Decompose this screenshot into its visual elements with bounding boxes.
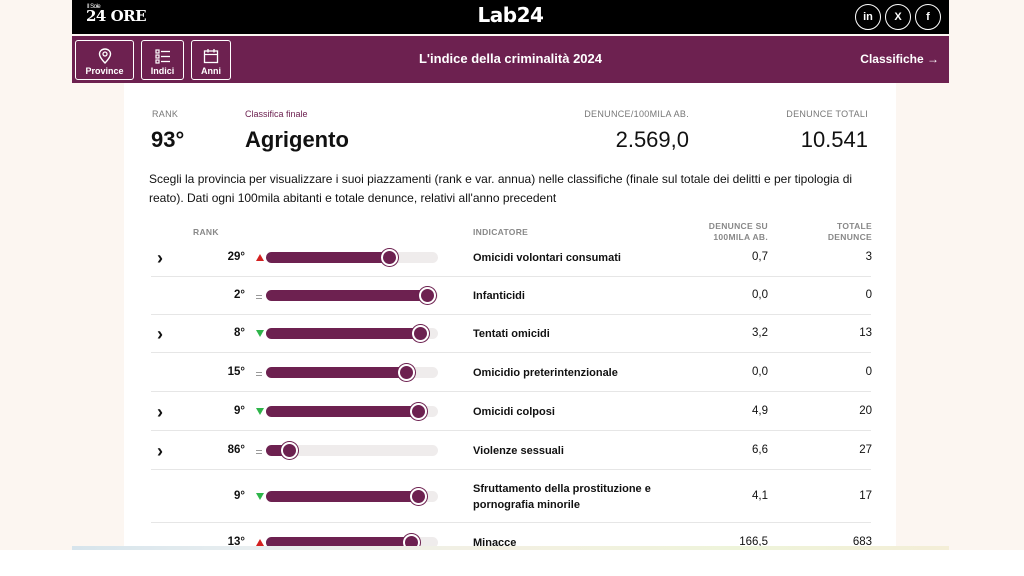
score-bar-fill: [266, 406, 419, 417]
row-rank: 9°: [234, 490, 245, 502]
row-denunce-100k: 0,0: [752, 289, 768, 301]
score-bar-fill: [266, 290, 428, 301]
row-indicator: Infanticidi: [473, 290, 525, 302]
score-bar: [266, 325, 438, 342]
content-card: RANK 93° Classifica finale Agrigento DEN…: [124, 83, 896, 576]
chevron-right-icon[interactable]: ›: [157, 402, 163, 423]
trend-equal-icon: [256, 450, 262, 454]
linkedin-icon[interactable]: in: [855, 4, 881, 30]
bottom-strip: [0, 550, 1024, 576]
row-denunce-100k: 0,0: [752, 366, 768, 378]
trend-down-icon: [256, 330, 264, 337]
indici-label: Indici: [150, 66, 175, 76]
th-indicator: INDICATORE: [473, 227, 529, 237]
score-bar: [266, 442, 438, 459]
row-indicator: Omicidi colposi: [473, 406, 555, 418]
row-denunce-100k: 0,7: [752, 251, 768, 263]
score-bar-fill: [266, 367, 407, 378]
page-title: L'indice della criminalità 2024: [418, 51, 602, 66]
score-bar: [266, 403, 438, 420]
top-bar: Il Sole 24 ORE Lab24 in X f: [72, 0, 949, 34]
description: Scegli la provincia per visualizzare i s…: [149, 172, 853, 205]
denunce-100k-label: DENUNCE/100MILA AB.: [584, 109, 689, 119]
th-denunce-100k-line1: DENUNCE SU: [708, 221, 768, 231]
row-totale: 3: [865, 251, 872, 263]
classifica-label: Classifica finale: [245, 109, 308, 119]
score-bar-knob: [381, 249, 398, 266]
row-indicator: Violenze sessuali: [473, 445, 564, 457]
trend-equal-icon: [256, 372, 262, 376]
row-denunce-100k: 3,2: [752, 327, 768, 339]
score-bar-knob: [281, 442, 298, 459]
denunce-totali-value: 10.541: [800, 127, 868, 152]
table-row: 15° Omicidio preterintenzionale 0,0 0: [151, 353, 872, 392]
score-bar-fill: [266, 328, 421, 339]
table-row: 2° Infanticidi 0,0 0: [151, 277, 872, 315]
row-totale: 0: [865, 366, 872, 378]
anni-label: Anni: [201, 66, 221, 76]
row-totale: 0: [865, 289, 872, 301]
lab24-logo[interactable]: Lab24: [72, 3, 949, 27]
row-totale: 17: [859, 490, 872, 502]
table-row[interactable]: › 8° Tentati omicidi 3,2 13: [151, 315, 872, 353]
th-totale-line1: TOTALE: [836, 221, 872, 231]
row-rank: 9°: [234, 405, 245, 417]
classifiche-link[interactable]: Classifiche →: [860, 52, 939, 66]
table-row[interactable]: › 9° Omicidi colposi 4,9 20: [151, 392, 872, 431]
denunce-totali-label: DENUNCE TOTALI: [786, 109, 868, 119]
score-bar: [266, 488, 438, 505]
trend-down-icon: [256, 408, 264, 415]
row-totale: 13: [859, 327, 872, 339]
chevron-right-icon[interactable]: ›: [157, 248, 163, 269]
province-label: Province: [85, 66, 124, 76]
row-denunce-100k: 4,1: [752, 490, 768, 502]
trend-equal-icon: [256, 295, 262, 299]
row-totale: 27: [859, 444, 872, 456]
row-denunce-100k: 6,6: [752, 444, 768, 456]
score-bar: [266, 287, 438, 304]
row-rank: 29°: [227, 251, 245, 263]
rank-label: RANK: [152, 109, 179, 119]
row-totale: 20: [859, 405, 872, 417]
trend-up-icon: [256, 539, 264, 546]
app-window: Il Sole 24 ORE Lab24 in X f Province Ind…: [72, 0, 949, 576]
score-bar-knob: [410, 488, 427, 505]
chevron-right-icon[interactable]: ›: [157, 441, 163, 462]
table-row[interactable]: › 86° Violenze sessuali 6,6 27: [151, 431, 872, 470]
score-bar: [266, 249, 438, 266]
nav-bar: Province Indici Anni L'indice della crim…: [72, 36, 949, 83]
social-links: in X f: [855, 4, 941, 30]
row-indicator: Tentati omicidi: [473, 328, 550, 340]
row-rank: 2°: [234, 289, 245, 301]
row-rank: 8°: [234, 327, 245, 339]
denunce-100k-value: 2.569,0: [615, 127, 689, 152]
row-denunce-100k: 4,9: [752, 405, 768, 417]
score-bar-knob: [398, 364, 415, 381]
chevron-right-icon[interactable]: ›: [157, 324, 163, 345]
table-row: 9° Sfruttamento della prostituzione e por…: [151, 470, 872, 523]
table-row[interactable]: › 29° Omicidi volontari consumati 0,7 3: [151, 239, 872, 277]
province-name: Agrigento: [245, 127, 349, 152]
row-rank: 15°: [227, 366, 245, 378]
row-indicator: Omicidio preterintenzionale: [473, 367, 618, 379]
x-icon[interactable]: X: [885, 4, 911, 30]
score-bar-fill: [266, 252, 390, 263]
row-rank: 86°: [227, 444, 245, 456]
th-rank: RANK: [193, 227, 219, 237]
row-indicator: Omicidi volontari consumati: [473, 252, 621, 264]
score-bar-knob: [410, 403, 427, 420]
trend-up-icon: [256, 254, 264, 261]
rank-value: 93°: [151, 127, 185, 152]
score-bar-knob: [412, 325, 429, 342]
score-bar-knob: [419, 287, 436, 304]
facebook-icon[interactable]: f: [915, 4, 941, 30]
score-bar-fill: [266, 491, 419, 502]
score-bar: [266, 364, 438, 381]
row-indicator: Sfruttamento della prostituzione e porno…: [473, 483, 651, 511]
trend-down-icon: [256, 493, 264, 500]
